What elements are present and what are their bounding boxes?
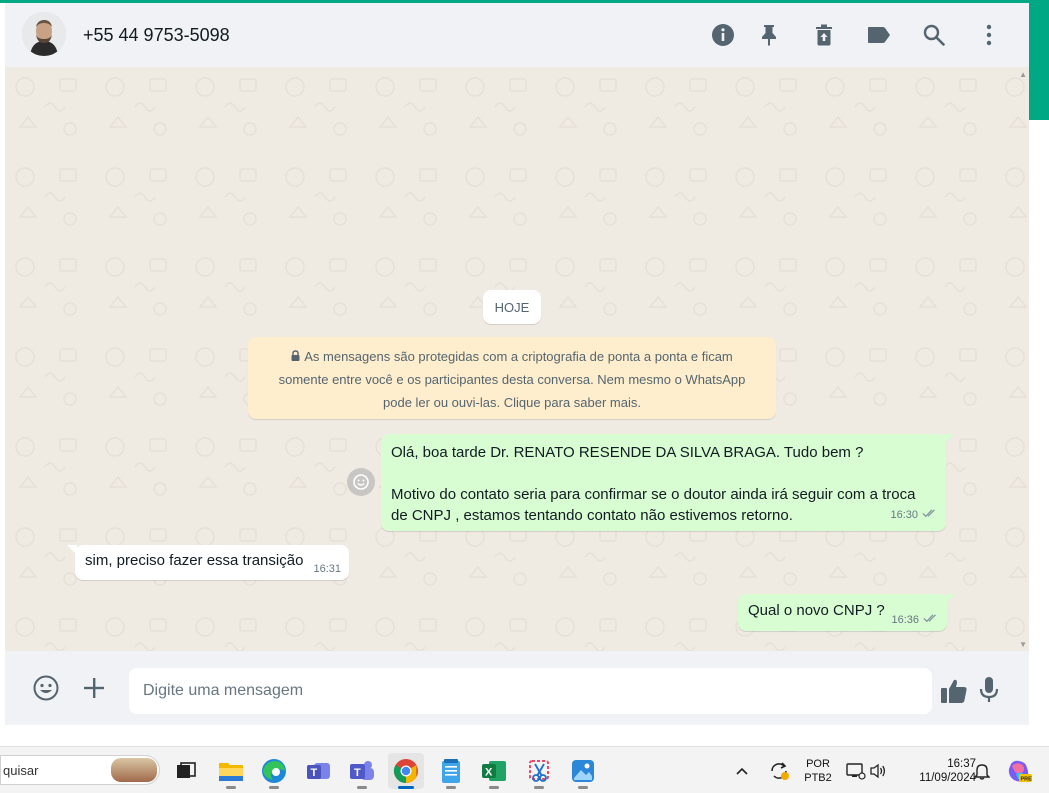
message-outgoing[interactable]: Olá, boa tarde Dr. RENATO RESENDE DA SIL…	[381, 434, 954, 531]
search-icon[interactable]	[920, 21, 948, 49]
message-text: sim, preciso fazer essa transição	[85, 552, 304, 569]
microphone-icon[interactable]	[974, 675, 1004, 705]
svg-text:X: X	[485, 767, 493, 779]
lock-icon	[291, 345, 300, 368]
task-view-icon[interactable]	[168, 753, 204, 789]
svg-text:PRE: PRE	[1021, 777, 1033, 783]
chat-panel[interactable]: ▲ HOJE As mensagens são protegidas com a…	[5, 67, 1029, 651]
chevron-up-icon[interactable]	[730, 753, 754, 789]
message-outgoing[interactable]: Qual o novo CNPJ ? 16:36	[738, 594, 955, 631]
notepad-icon[interactable]	[433, 753, 469, 789]
message-time: 16:36	[891, 613, 919, 626]
copilot-icon[interactable]: PRE	[1002, 753, 1036, 789]
language-indicator[interactable]: POR PTB2	[800, 757, 836, 785]
edge-icon[interactable]	[256, 753, 292, 789]
menu-icon[interactable]	[975, 21, 1003, 49]
reaction-emoji-button[interactable]	[347, 468, 375, 496]
clock[interactable]: 16:37 11/09/2024	[898, 757, 976, 785]
scroll-down-arrow[interactable]: ▼	[1019, 640, 1027, 649]
message-text-line: Motivo do contato seria para confirmar s…	[391, 486, 916, 503]
message-text-line: Olá, boa tarde Dr. RENATO RESENDE DA SIL…	[391, 444, 864, 461]
date-chip: HOJE	[483, 290, 541, 324]
contact-name[interactable]: +55 44 9753-5098	[83, 25, 230, 46]
teams-classic-icon[interactable]: T	[301, 753, 337, 789]
encryption-notice-line3: pode ler ou ouvi-las. Clique para saber …	[383, 395, 641, 410]
taskbar-search-text: quisar	[3, 762, 39, 778]
window-side-accent	[1029, 0, 1049, 120]
bubble-tail	[944, 434, 954, 444]
double-check-icon	[922, 505, 938, 526]
taskbar-search[interactable]: quisar	[0, 755, 160, 785]
message-time: 16:30	[890, 509, 918, 521]
info-icon[interactable]	[709, 21, 737, 49]
teams-icon[interactable]: T	[344, 753, 380, 789]
label-icon[interactable]	[865, 21, 893, 49]
scroll-up-arrow[interactable]: ▲	[1019, 70, 1027, 79]
sync-icon[interactable]	[764, 753, 794, 789]
clock-time: 16:37	[947, 758, 976, 770]
emoji-icon[interactable]	[31, 673, 61, 703]
clock-date: 11/09/2024	[919, 772, 976, 784]
excel-icon[interactable]: X	[476, 753, 512, 789]
language-line1: POR	[806, 758, 830, 770]
chrome-icon[interactable]	[388, 753, 424, 789]
delete-icon[interactable]	[810, 21, 838, 49]
volume-icon[interactable]	[866, 753, 890, 789]
notification-bell-icon[interactable]	[970, 753, 994, 789]
composer-bar	[5, 651, 1029, 725]
message-input[interactable]	[129, 668, 932, 714]
encryption-notice-line1: As mensagens são protegidas com a cripto…	[304, 349, 733, 364]
thumbs-up-icon[interactable]	[939, 676, 969, 706]
snipping-tool-icon[interactable]	[521, 753, 557, 789]
bubble-tail	[945, 594, 955, 604]
encryption-notice[interactable]: As mensagens são protegidas com a cripto…	[248, 337, 776, 419]
svg-text:T: T	[311, 767, 318, 779]
encryption-notice-line2: somente entre você e os participantes de…	[278, 372, 746, 387]
search-highlight-image	[111, 758, 157, 782]
bubble-tail	[67, 545, 77, 555]
message-time: 16:31	[313, 563, 341, 575]
language-line2: PTB2	[804, 772, 832, 784]
avatar[interactable]	[22, 12, 66, 56]
double-check-icon	[923, 613, 939, 626]
file-explorer-icon[interactable]	[213, 753, 249, 789]
message-text-line: de CNPJ , estamos tentando contato não e…	[391, 507, 793, 524]
photos-icon[interactable]	[565, 753, 601, 789]
message-incoming[interactable]: sim, preciso fazer essa transição 16:31	[67, 545, 349, 580]
windows-taskbar: quisar T T X POR PTB2 16:37 11/09/2024 P…	[0, 746, 1049, 793]
attach-plus-icon[interactable]	[79, 673, 109, 703]
pin-icon[interactable]	[755, 21, 783, 49]
svg-text:T: T	[354, 767, 361, 779]
chat-header: +55 44 9753-5098	[5, 3, 1029, 67]
message-text: Qual o novo CNPJ ?	[748, 602, 885, 619]
